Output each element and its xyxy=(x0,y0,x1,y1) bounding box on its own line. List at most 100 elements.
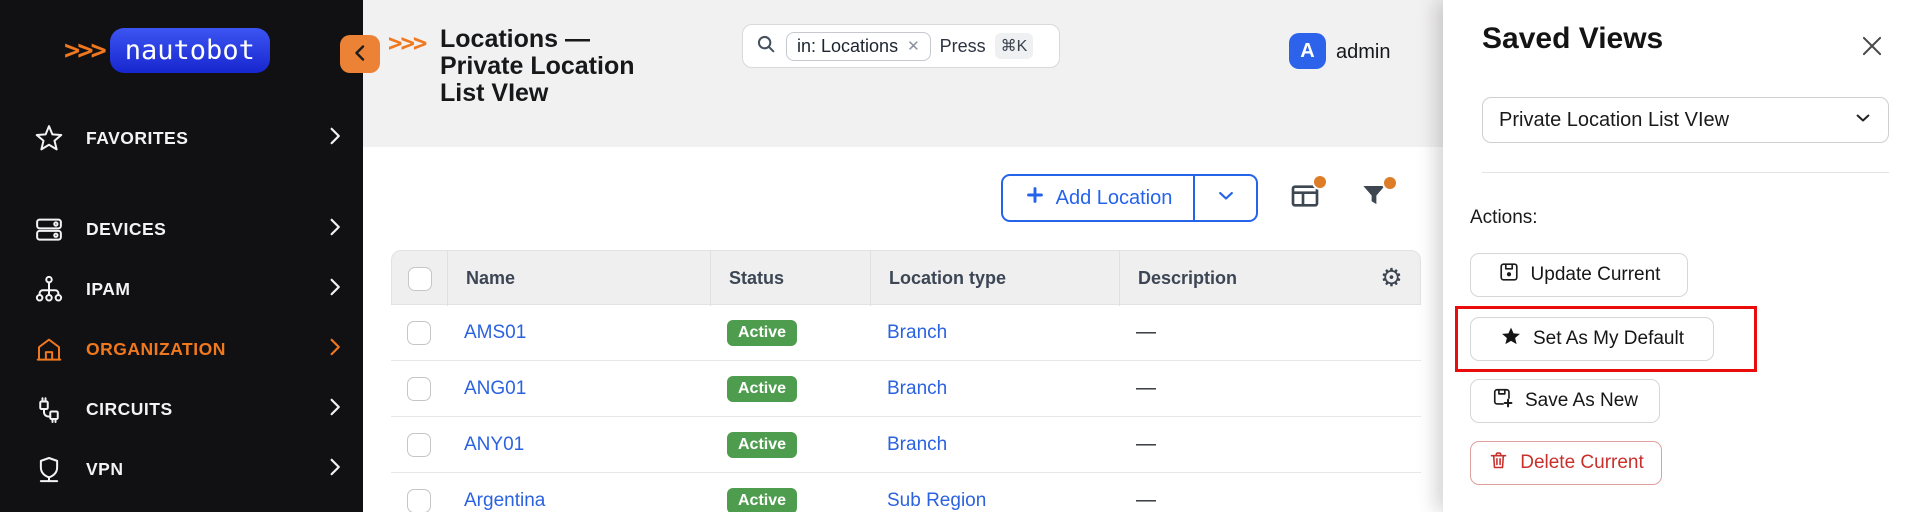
status-badge[interactable]: Active xyxy=(727,320,797,346)
close-icon xyxy=(1859,33,1885,64)
sidebar-item-circuits[interactable]: CIRCUITS xyxy=(0,384,363,434)
delete-current-button[interactable]: Delete Current xyxy=(1470,441,1662,485)
chip-close-icon[interactable]: ✕ xyxy=(907,37,920,55)
drawer-close-button[interactable] xyxy=(1858,34,1886,62)
filter-button[interactable] xyxy=(1358,181,1394,215)
save-as-new-button[interactable]: Save As New xyxy=(1470,379,1660,423)
page-title-line-1: Locations — xyxy=(440,26,635,53)
locations-table: Name Status Location type Description ⚙ … xyxy=(391,250,1421,512)
delete-current-label: Delete Current xyxy=(1520,452,1644,474)
logo-chevrons-icon: >>> xyxy=(64,35,104,66)
plus-icon xyxy=(1024,184,1046,212)
sidebar-item-label: ORGANIZATION xyxy=(86,339,312,360)
table-row: ANG01 Active Branch — xyxy=(391,361,1421,417)
column-header-location-type[interactable]: Location type xyxy=(870,251,1119,306)
breadcrumb-chevrons-icon: >>> xyxy=(388,29,425,57)
location-type-link[interactable]: Branch xyxy=(887,434,947,455)
page-title: Locations — Private Location List VIew xyxy=(440,26,635,107)
location-type-link[interactable]: Branch xyxy=(887,378,947,399)
column-header-description[interactable]: Description xyxy=(1119,251,1361,306)
chevron-left-icon xyxy=(353,45,367,64)
sidebar-item-favorites[interactable]: FAVORITES xyxy=(0,113,363,163)
sidebar-item-organization[interactable]: ORGANIZATION xyxy=(0,324,363,374)
sidebar-item-label: FAVORITES xyxy=(86,128,312,149)
row-checkbox[interactable] xyxy=(407,377,431,401)
avatar[interactable]: A xyxy=(1289,33,1326,69)
trash-icon xyxy=(1488,450,1509,477)
location-type-link[interactable]: Branch xyxy=(887,322,947,343)
add-location-button[interactable]: Add Location xyxy=(1003,176,1195,220)
keyboard-shortcut-badge: ⌘K xyxy=(995,33,1034,59)
star-icon xyxy=(1500,325,1522,353)
chevron-right-icon xyxy=(330,127,341,150)
building-icon xyxy=(30,330,68,368)
sidebar-item-label: VPN xyxy=(86,459,312,480)
search-hint-text: Press xyxy=(940,36,986,57)
add-location-label: Add Location xyxy=(1056,187,1173,210)
table-columns-button[interactable] xyxy=(1288,180,1324,214)
avatar-letter: A xyxy=(1300,40,1314,63)
update-current-button[interactable]: Update Current xyxy=(1470,253,1688,297)
save-icon xyxy=(1498,261,1520,289)
location-name-link[interactable]: ANY01 xyxy=(464,434,524,455)
column-header-status[interactable]: Status xyxy=(710,251,870,306)
sidebar-collapse-button[interactable] xyxy=(340,35,380,73)
location-name-link[interactable]: Argentina xyxy=(464,490,545,511)
drawer-title: Saved Views xyxy=(1482,22,1663,56)
description-value: — xyxy=(1136,321,1156,343)
global-search-input[interactable]: in: Locations ✕ Press ⌘K xyxy=(742,24,1060,68)
actions-label: Actions: xyxy=(1470,207,1538,229)
chevron-right-icon xyxy=(330,338,341,361)
description-value: — xyxy=(1136,433,1156,455)
description-value: — xyxy=(1136,489,1156,511)
chevron-right-icon xyxy=(330,218,341,241)
description-value: — xyxy=(1136,377,1156,399)
set-as-my-default-button[interactable]: Set As My Default xyxy=(1470,317,1714,361)
sidebar-item-vpn[interactable]: VPN xyxy=(0,444,363,494)
table-row: AMS01 Active Branch — xyxy=(391,305,1421,361)
nautobot-logo[interactable]: >>> nautobot xyxy=(64,28,270,73)
table-settings-gear-icon[interactable]: ⚙ xyxy=(1380,266,1402,291)
sidebar-item-label: CIRCUITS xyxy=(86,399,312,420)
row-checkbox[interactable] xyxy=(407,321,431,345)
table-columns-icon xyxy=(1288,199,1322,216)
location-type-link[interactable]: Sub Region xyxy=(887,490,986,511)
notification-dot xyxy=(1314,176,1326,188)
status-badge[interactable]: Active xyxy=(727,432,797,458)
sidebar-item-label: IPAM xyxy=(86,279,312,300)
row-checkbox[interactable] xyxy=(407,433,431,457)
chevron-right-icon xyxy=(330,458,341,481)
location-name-link[interactable]: AMS01 xyxy=(464,322,526,343)
saved-view-select[interactable]: Private Location List VIew xyxy=(1482,97,1889,143)
drawer-divider xyxy=(1482,172,1889,173)
page-title-line-2: Private Location xyxy=(440,53,635,80)
select-all-checkbox[interactable] xyxy=(408,267,432,291)
status-badge[interactable]: Active xyxy=(727,488,797,512)
add-location-split-button: Add Location xyxy=(1001,174,1258,222)
app-window: >>> nautobot FAVORITES DEVICES xyxy=(0,0,1919,512)
search-filter-chip[interactable]: in: Locations ✕ xyxy=(786,32,931,61)
devices-icon xyxy=(30,210,68,248)
sidebar-item-ipam[interactable]: IPAM xyxy=(0,264,363,314)
sidebar-item-label: DEVICES xyxy=(86,219,312,240)
search-chip-label: in: Locations xyxy=(797,36,898,57)
filter-funnel-icon xyxy=(1358,198,1390,215)
saved-view-select-value: Private Location List VIew xyxy=(1499,109,1729,132)
save-as-new-label: Save As New xyxy=(1525,390,1638,412)
add-location-dropdown-toggle[interactable] xyxy=(1195,176,1256,220)
table-header-row: Name Status Location type Description ⚙ xyxy=(391,250,1421,305)
status-badge[interactable]: Active xyxy=(727,376,797,402)
table-row: ANY01 Active Branch — xyxy=(391,417,1421,473)
location-name-link[interactable]: ANG01 xyxy=(464,378,526,399)
column-header-name[interactable]: Name xyxy=(447,251,710,306)
page-title-line-3: List VIew xyxy=(440,80,635,107)
sitemap-icon xyxy=(30,270,68,308)
logo-wordmark: nautobot xyxy=(110,28,270,73)
table-row: Argentina Active Sub Region — xyxy=(391,473,1421,512)
sidebar-item-devices[interactable]: DEVICES xyxy=(0,204,363,254)
user-menu[interactable]: admin xyxy=(1336,41,1390,64)
star-icon xyxy=(30,119,68,157)
row-checkbox[interactable] xyxy=(407,489,431,512)
set-as-my-default-label: Set As My Default xyxy=(1533,328,1684,350)
sidebar: >>> nautobot FAVORITES DEVICES xyxy=(0,0,363,512)
